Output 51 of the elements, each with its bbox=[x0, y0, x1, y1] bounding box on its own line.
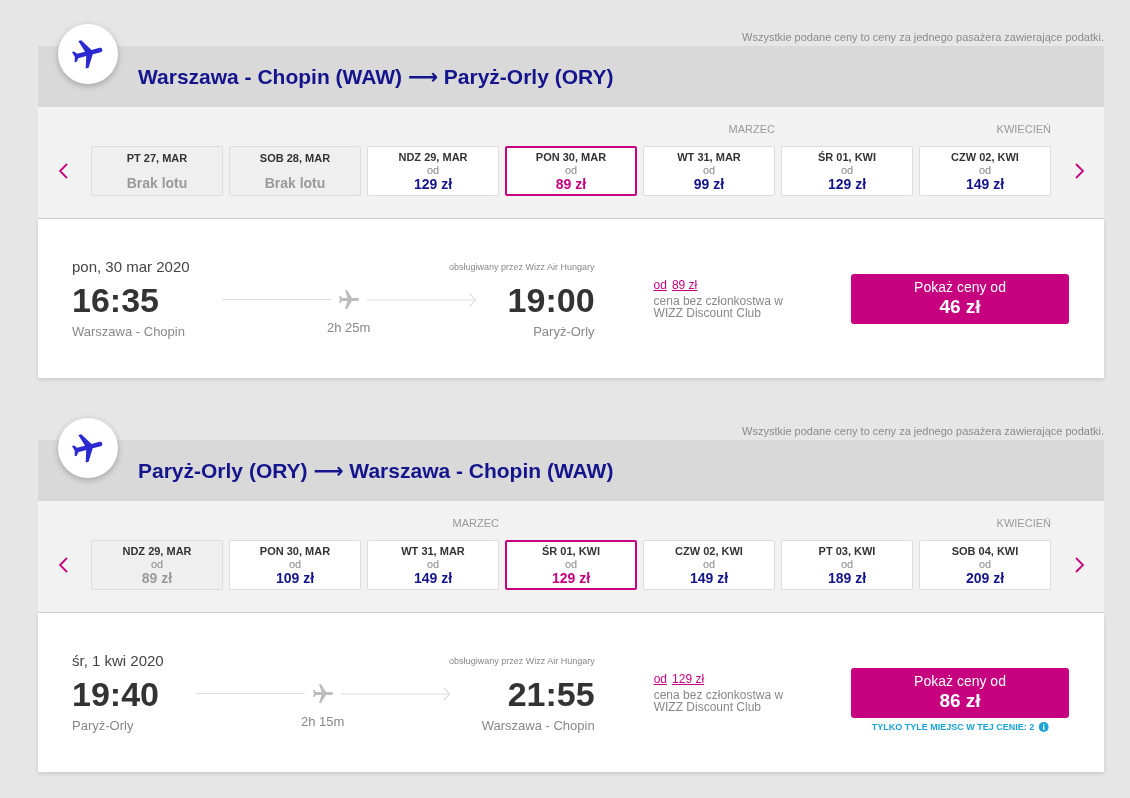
plane-logo-icon bbox=[58, 24, 118, 84]
seats-notice: TYLKO TYLE MIEJSC W TEJ CENIE: 2 bbox=[871, 721, 1035, 732]
show-prices-button[interactable]: Pokaż ceny od 86 zł bbox=[851, 667, 1069, 718]
date-tab[interactable]: CZW 02, KWI od 149 zł bbox=[919, 146, 1051, 196]
chevron-left-icon bbox=[58, 557, 68, 573]
fare-price-link[interactable]: 129 zł bbox=[672, 672, 705, 686]
date-tab[interactable]: NDZ 29, MAR od 129 zł bbox=[367, 146, 499, 196]
date-tab[interactable]: PT 03, KWI od 189 zł bbox=[781, 540, 913, 590]
date-tab[interactable]: SOB 04, KWI od 209 zł bbox=[919, 540, 1051, 590]
chevron-right-icon bbox=[1074, 557, 1084, 573]
fare-note: cena bez członkostwa w WIZZ Discount Club bbox=[653, 689, 785, 713]
date-tab[interactable]: ŚR 01, KWI od 129 zł bbox=[505, 540, 637, 590]
date-tab[interactable]: PON 30, MAR od 89 zł bbox=[505, 146, 637, 196]
month-label: MARZEC bbox=[452, 516, 499, 531]
month-label: MARZEC bbox=[728, 122, 775, 137]
date-tab[interactable]: ŚR 01, KWI od 129 zł bbox=[781, 146, 913, 196]
flight-date: pon, 30 mar 2020 bbox=[72, 256, 190, 277]
month-label: KWIECIEŃ bbox=[996, 516, 1051, 531]
disclaimer-text: Wszystkie podane ceny to ceny za jednego pasażera zawierające podatki. bbox=[741, 30, 1104, 45]
departure-city: Warszawa - Chopin bbox=[72, 322, 186, 341]
date-tab[interactable]: CZW 02, KWI od 149 zł bbox=[643, 540, 775, 590]
plane-icon bbox=[336, 287, 361, 312]
arrival-city: Warszawa - Chopin bbox=[481, 716, 595, 735]
chevron-left-icon bbox=[58, 163, 68, 179]
route-title: Paryż-Orly (ORY) ⟶ Warszawa - Chopin (WAW) bbox=[138, 457, 614, 484]
fare-price-link[interactable]: 89 zł bbox=[671, 278, 698, 292]
plane-icon bbox=[310, 681, 335, 706]
fare-note: cena bez członkostwa w WIZZ Discount Club bbox=[653, 295, 784, 319]
show-prices-button[interactable]: Pokaż ceny od 46 zł bbox=[851, 273, 1069, 324]
arrival-time: 19:00 bbox=[507, 279, 595, 321]
arrival-city: Paryż-Orly bbox=[533, 322, 595, 341]
date-tab[interactable]: WT 31, MAR od 99 zł bbox=[643, 146, 775, 196]
month-label: KWIECIEŃ bbox=[996, 122, 1051, 137]
departure-time: 19:40 bbox=[72, 673, 160, 715]
departure-time: 16:35 bbox=[72, 279, 160, 321]
arrival-time: 21:55 bbox=[507, 673, 595, 715]
plane-logo-icon bbox=[58, 418, 118, 478]
duration-text: 2h 15m bbox=[301, 713, 345, 730]
flight-date: śr, 1 kwi 2020 bbox=[72, 650, 164, 671]
disclaimer-text: Wszystkie podane ceny to ceny za jednego pasażera zawierające podatki. bbox=[741, 424, 1104, 439]
fare-prefix-link[interactable]: od bbox=[653, 672, 668, 686]
departure-city: Paryż-Orly bbox=[72, 716, 135, 735]
date-tab[interactable]: PON 30, MAR od 109 zł bbox=[229, 540, 361, 590]
duration-text: 2h 25m bbox=[326, 319, 371, 336]
date-tab[interactable]: WT 31, MAR od 149 zł bbox=[367, 540, 499, 590]
route-title: Warszawa - Chopin (WAW) ⟶ Paryż-Orly (ORY) bbox=[138, 63, 614, 90]
operator-text: obsługiwany przez Wizz Air Hungary bbox=[449, 260, 595, 273]
info-icon[interactable] bbox=[1038, 721, 1049, 732]
chevron-right-icon bbox=[1074, 163, 1084, 179]
fare-prefix-link[interactable]: od bbox=[653, 278, 667, 292]
operator-text: obsługiwany przez Wizz Air Hungary bbox=[449, 654, 595, 667]
